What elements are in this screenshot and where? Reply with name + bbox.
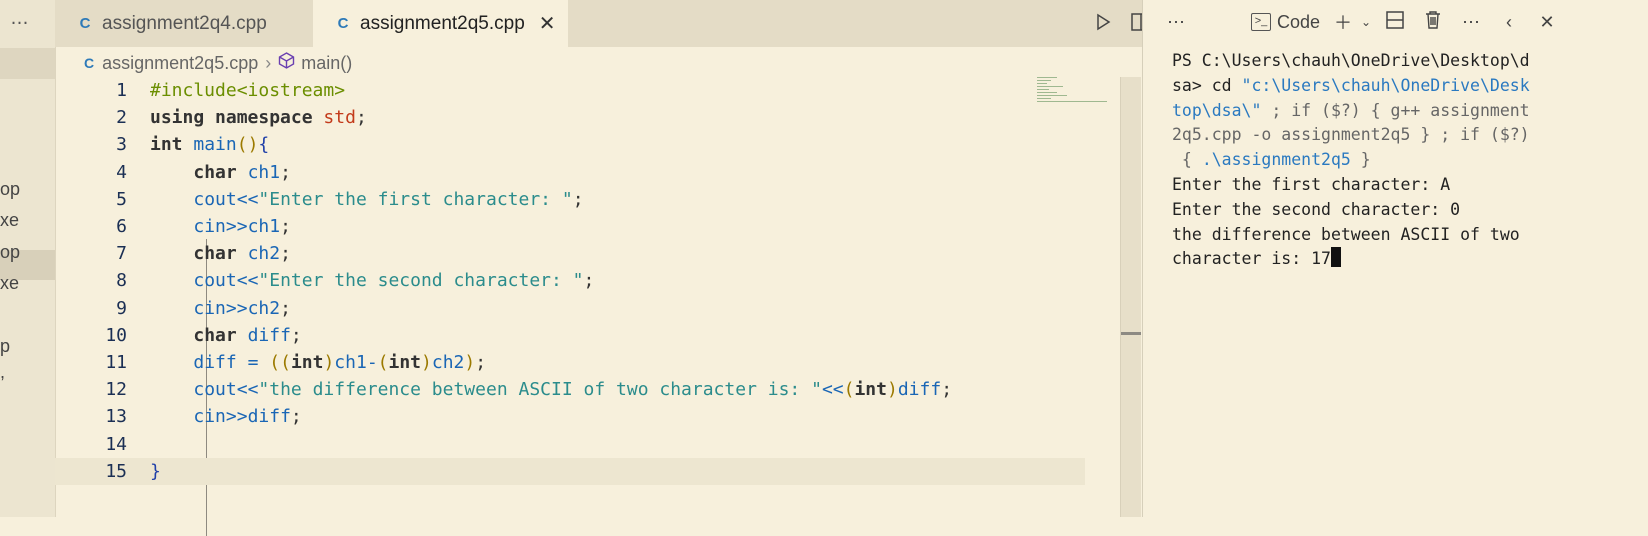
trash-icon[interactable]	[1414, 10, 1452, 34]
line-number: 9	[116, 297, 127, 319]
tab-label: assignment2q5.cpp	[360, 12, 525, 34]
line-number: 7	[116, 243, 127, 265]
terminal-line: Enter the first character: A	[1172, 174, 1451, 194]
code-text[interactable]: char ch1;	[150, 159, 291, 186]
cpp-file-icon: C	[79, 15, 91, 32]
explorer-item[interactable]: xe	[0, 208, 26, 232]
close-icon[interactable]: ✕	[539, 11, 556, 36]
breadcrumb: C assignment2q5.cpp › main()	[84, 50, 352, 76]
tab-assignment2q4[interactable]: C assignment2q4.cpp	[55, 0, 313, 47]
code-text[interactable]: int main(){	[150, 131, 269, 158]
explorer-item[interactable]: op	[0, 240, 26, 264]
breadcrumb-file[interactable]: assignment2q5.cpp	[102, 53, 258, 74]
code-text[interactable]: char diff;	[150, 322, 301, 349]
terminal-name[interactable]: >_ Code	[1251, 12, 1320, 33]
explorer-strip: … op xe op xe p ,	[0, 0, 56, 517]
terminal-line: character is: 17	[1172, 247, 1642, 272]
run-icon[interactable]	[1084, 12, 1122, 36]
terminal-cursor	[1330, 247, 1341, 268]
cube-icon	[278, 52, 295, 74]
code-text[interactable]: cin>>ch1;	[150, 213, 291, 240]
line-number: 2	[116, 107, 127, 129]
terminal-line: top\dsa\" ; if ($?) { g++ assignment	[1172, 100, 1530, 120]
cpp-file-icon: C	[84, 55, 95, 71]
code-line[interactable]: 14	[55, 431, 1085, 458]
terminal-line: the difference between ASCII of two	[1172, 224, 1520, 244]
explorer-item[interactable]: xe	[0, 271, 26, 295]
breadcrumb-symbol[interactable]: main()	[301, 53, 352, 74]
terminal-icon: >_	[1251, 13, 1271, 31]
code-text[interactable]: cout<<"Enter the second character: ";	[150, 267, 594, 294]
code-line[interactable]: 7 char ch2;	[55, 240, 1085, 267]
line-number: 1	[116, 80, 127, 101]
code-line[interactable]: 13 cin>>diff;	[55, 403, 1085, 430]
minimap[interactable]	[1037, 77, 1117, 107]
editor-scrollbar[interactable]	[1120, 77, 1141, 517]
code-line[interactable]: 4 char ch1;	[55, 159, 1085, 186]
terminal-name-label: Code	[1277, 11, 1321, 32]
terminal-line: sa> cd "c:\Users\chauh\OneDrive\Desk	[1172, 75, 1530, 95]
code-line[interactable]: 6 cin>>ch1;	[55, 213, 1085, 240]
terminal-line: 2q5.cpp -o assignment2q5 } ; if ($?)	[1172, 125, 1530, 145]
code-text[interactable]: }	[150, 458, 161, 485]
terminal-output[interactable]: PS C:\Users\chauh\OneDrive\Desktop\d sa> …	[1172, 49, 1642, 272]
explorer-item[interactable]: ,	[0, 360, 26, 384]
split-terminal-icon[interactable]	[1376, 10, 1414, 34]
scrollbar-thumb[interactable]	[1121, 332, 1141, 335]
terminal-line: PS C:\Users\chauh\OneDrive\Desktop\d	[1172, 51, 1530, 70]
line-number: 12	[105, 379, 127, 401]
code-text[interactable]: diff = ((int)ch1-(int)ch2);	[150, 349, 486, 376]
explorer-item[interactable]: p	[0, 334, 26, 358]
cpp-file-icon: C	[337, 15, 349, 32]
more-icon[interactable]: ⋯	[1452, 12, 1490, 33]
terminal-toolbar: ⋯ >_ Code ＋ ⌄ ⋯ ‹ ✕	[1143, 0, 1648, 44]
code-text[interactable]: char ch2;	[150, 240, 291, 267]
code-line[interactable]: 5 cout<<"Enter the first character: ";	[55, 186, 1085, 213]
line-number: 11	[105, 352, 127, 373]
code-editor[interactable]: 1 #include<iostream> 2 using namespace std;…	[55, 77, 1140, 536]
code-line[interactable]: 3 int main(){	[55, 131, 1085, 158]
chevron-down-icon[interactable]: ⌄	[1356, 15, 1376, 29]
line-number: 3	[116, 134, 127, 156]
line-number: 14	[105, 433, 127, 455]
tab-assignment2q5[interactable]: C assignment2q5.cpp ✕	[313, 0, 568, 47]
code-line[interactable]: 1 #include<iostream>	[55, 77, 1085, 104]
plus-icon[interactable]: ＋	[1330, 9, 1356, 35]
code-text[interactable]: cin>>ch2;	[150, 295, 291, 322]
line-number: 10	[105, 324, 127, 346]
chevron-right-icon: ›	[265, 52, 272, 73]
code-line[interactable]: 15}	[55, 457, 1085, 485]
code-line[interactable]: 9 cin>>ch2;	[55, 295, 1085, 322]
terminal-panel[interactable]: ⋯ >_ Code ＋ ⌄ ⋯ ‹ ✕ PS C:\Users\chauh\On…	[1142, 0, 1648, 517]
code-line[interactable]: 2 using namespace std;	[55, 104, 1085, 131]
close-icon[interactable]: ✕	[1528, 12, 1566, 33]
code-text[interactable]: cin>>diff;	[150, 403, 301, 430]
chevron-left-icon[interactable]: ‹	[1490, 12, 1528, 33]
tab-label: assignment2q4.cpp	[102, 12, 267, 34]
terminal-line: { .\assignment2q5 }	[1172, 150, 1371, 170]
line-number: 5	[116, 188, 127, 210]
code-line[interactable]: 11 diff = ((int)ch1-(int)ch2);	[55, 349, 1085, 376]
code-text[interactable]: using namespace std;	[150, 104, 367, 131]
line-number: 6	[116, 216, 127, 237]
code-text[interactable]: cout<<"Enter the first character: ";	[150, 186, 583, 213]
more-icon[interactable]: ⋯	[1157, 12, 1195, 33]
code-text[interactable]: #include<iostream>	[150, 77, 345, 104]
line-number: 13	[105, 406, 127, 428]
terminal-line: Enter the second character: 0	[1172, 199, 1461, 219]
editor-tab-bar: C assignment2q4.cpp C assignment2q5.cpp …	[55, 0, 1198, 47]
code-line[interactable]: 10 char diff;	[55, 322, 1085, 349]
code-line[interactable]: 12 cout<<"the difference between ASCII o…	[55, 376, 1085, 403]
code-line[interactable]: 8 cout<<"Enter the second character: ";	[55, 267, 1085, 294]
line-number: 4	[116, 161, 127, 183]
explorer-selected-row[interactable]	[0, 48, 55, 79]
line-number: 15	[105, 460, 127, 482]
line-number: 8	[116, 270, 127, 292]
explorer-item[interactable]: op	[0, 177, 26, 201]
code-text[interactable]: cout<<"the difference between ASCII of t…	[150, 376, 952, 403]
more-actions-icon[interactable]: …	[0, 8, 40, 29]
